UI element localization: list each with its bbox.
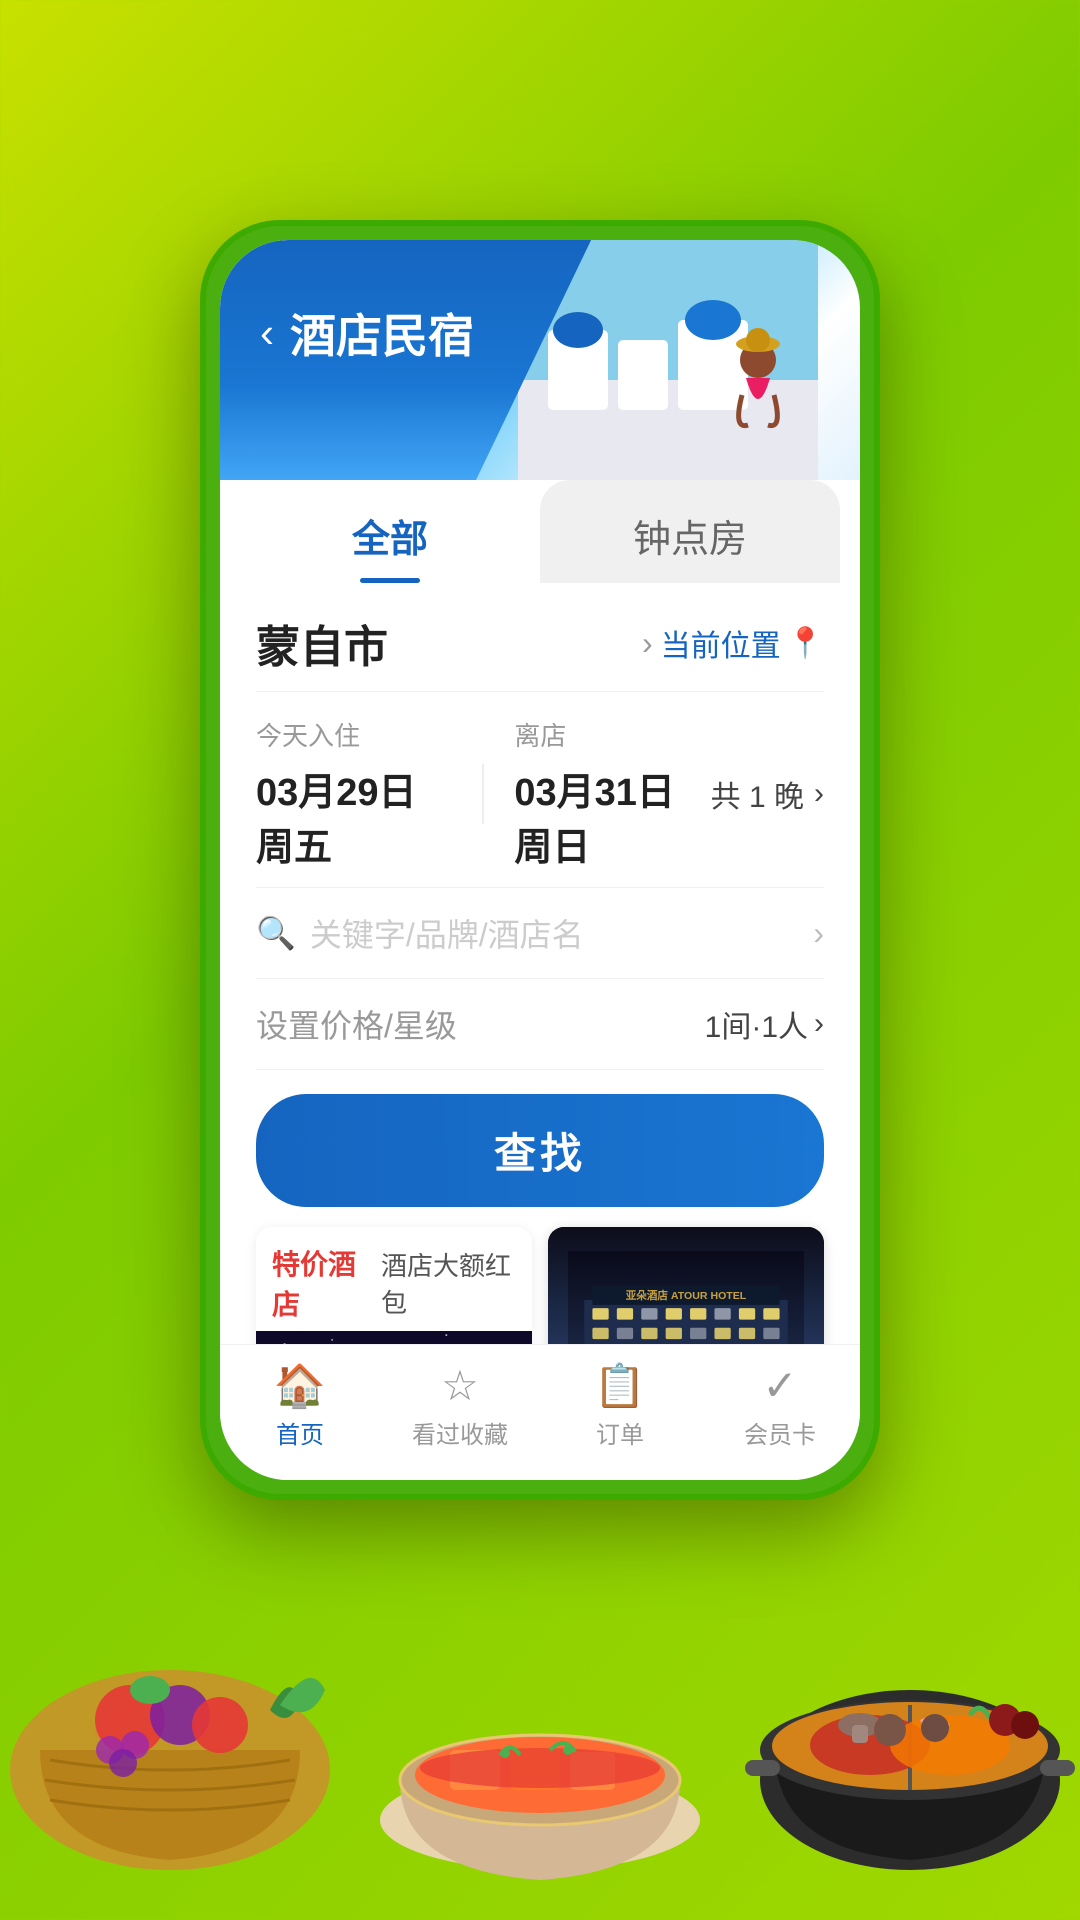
checkin-block[interactable]: 今天入住 03月29日 周五 bbox=[256, 716, 452, 871]
saved-icon: ☆ bbox=[441, 1365, 479, 1407]
chevron-icon: › bbox=[642, 625, 653, 662]
nav-home[interactable]: 🏠 首页 bbox=[220, 1365, 380, 1450]
back-button[interactable]: ‹ bbox=[260, 312, 274, 354]
search-input-row[interactable]: 🔍 关键字/品牌/酒店名 › bbox=[256, 888, 824, 979]
hongbao-subtitle: 酒店大额红包 bbox=[381, 1246, 516, 1320]
checkout-date: 03月31日 周日 bbox=[514, 761, 710, 871]
location-row[interactable]: 蒙自市 › 当前位置 📍 bbox=[256, 583, 824, 692]
tab-all[interactable]: 全部 bbox=[240, 480, 540, 583]
tabs-bar: 全部 钟点房 bbox=[220, 480, 860, 583]
page-title: 酒店民宿 bbox=[290, 300, 474, 366]
hotpot-right-decoration bbox=[720, 1470, 1080, 1920]
santorini-scene bbox=[476, 240, 860, 480]
filter-chevron: › bbox=[814, 1007, 824, 1041]
header-area: ‹ 酒店民宿 bbox=[220, 240, 860, 480]
nav-home-label: 首页 bbox=[276, 1415, 324, 1450]
date-divider bbox=[482, 764, 484, 824]
nav-orders[interactable]: 📋 订单 bbox=[540, 1365, 700, 1450]
checkout-label: 离店 bbox=[514, 716, 710, 753]
phone-device: ‹ 酒店民宿 全部 钟点房 蒙自市 › 当前位置 📍 bbox=[200, 220, 880, 1500]
phone-screen: ‹ 酒店民宿 全部 钟点房 蒙自市 › 当前位置 📍 bbox=[220, 240, 860, 1480]
content-area: 蒙自市 › 当前位置 📍 今天入住 03月29日 周五 离店 bbox=[220, 583, 860, 1344]
checkout-block[interactable]: 离店 03月31日 周日 bbox=[514, 716, 710, 871]
svg-text:亚朵酒店 ATOUR HOTEL: 亚朵酒店 ATOUR HOTEL bbox=[626, 1289, 747, 1302]
bowl-center-decoration bbox=[350, 1500, 730, 1920]
checkin-date: 03月29日 周五 bbox=[256, 761, 452, 871]
atour-hotel-image: 亚朵酒店 ATOUR HOTEL 📍 距您直线3.6km bbox=[548, 1227, 824, 1344]
tab-hourly[interactable]: 钟点房 bbox=[540, 480, 840, 583]
special-hotel-image bbox=[256, 1331, 532, 1344]
nights-block: 共 1 晚 › bbox=[711, 772, 824, 816]
location-right: › 当前位置 📍 bbox=[642, 621, 824, 665]
nav-saved-label: 看过收藏 bbox=[412, 1415, 508, 1450]
search-chevron: › bbox=[813, 915, 824, 952]
nights-chevron: › bbox=[814, 777, 824, 811]
nav-membership[interactable]: ✓ 会员卡 bbox=[700, 1365, 860, 1450]
header-bg-image bbox=[476, 240, 860, 480]
orders-icon: 📋 bbox=[594, 1365, 646, 1407]
pin-icon: 📍 bbox=[787, 626, 824, 661]
city-name: 蒙自市 bbox=[256, 611, 388, 675]
nav-saved[interactable]: ☆ 看过收藏 bbox=[380, 1365, 540, 1450]
nav-membership-label: 会员卡 bbox=[744, 1415, 816, 1450]
atour-building-svg: 亚朵酒店 ATOUR HOTEL bbox=[568, 1227, 804, 1344]
home-icon: 🏠 bbox=[274, 1365, 326, 1407]
hotel-cards-grid: 特价酒店 酒店大额红包 bbox=[256, 1227, 824, 1344]
filter-label: 设置价格/星级 bbox=[256, 1001, 457, 1047]
search-placeholder: 关键字/品牌/酒店名 bbox=[310, 910, 800, 956]
room-info: 1间·1人 › bbox=[705, 1002, 824, 1046]
checkin-label: 今天入住 bbox=[256, 716, 452, 753]
basket-left-decoration bbox=[0, 1470, 360, 1920]
special-tag: 特价酒店 bbox=[272, 1243, 369, 1323]
special-card-header: 特价酒店 酒店大额红包 bbox=[256, 1227, 532, 1331]
night-hotel-svg bbox=[256, 1331, 532, 1344]
current-location-button[interactable]: 当前位置 📍 bbox=[661, 621, 824, 665]
membership-icon: ✓ bbox=[762, 1365, 797, 1407]
nav-orders-label: 订单 bbox=[596, 1415, 644, 1450]
filter-row[interactable]: 设置价格/星级 1间·1人 › bbox=[256, 979, 824, 1070]
header-nav: ‹ 酒店民宿 bbox=[260, 300, 474, 366]
bottom-navigation: 🏠 首页 ☆ 看过收藏 📋 订单 ✓ 会员卡 bbox=[220, 1344, 860, 1480]
search-icon: 🔍 bbox=[256, 914, 296, 952]
date-row[interactable]: 今天入住 03月29日 周五 离店 03月31日 周日 共 1 晚 › bbox=[256, 692, 824, 888]
atour-hotel-card[interactable]: 亚朵酒店 ATOUR HOTEL 📍 距您直线3.6km ♛ 亚朵酒店 经济型酒… bbox=[548, 1227, 824, 1344]
search-button[interactable]: 查找 bbox=[256, 1094, 824, 1207]
special-hotel-card[interactable]: 特价酒店 酒店大额红包 bbox=[256, 1227, 532, 1344]
